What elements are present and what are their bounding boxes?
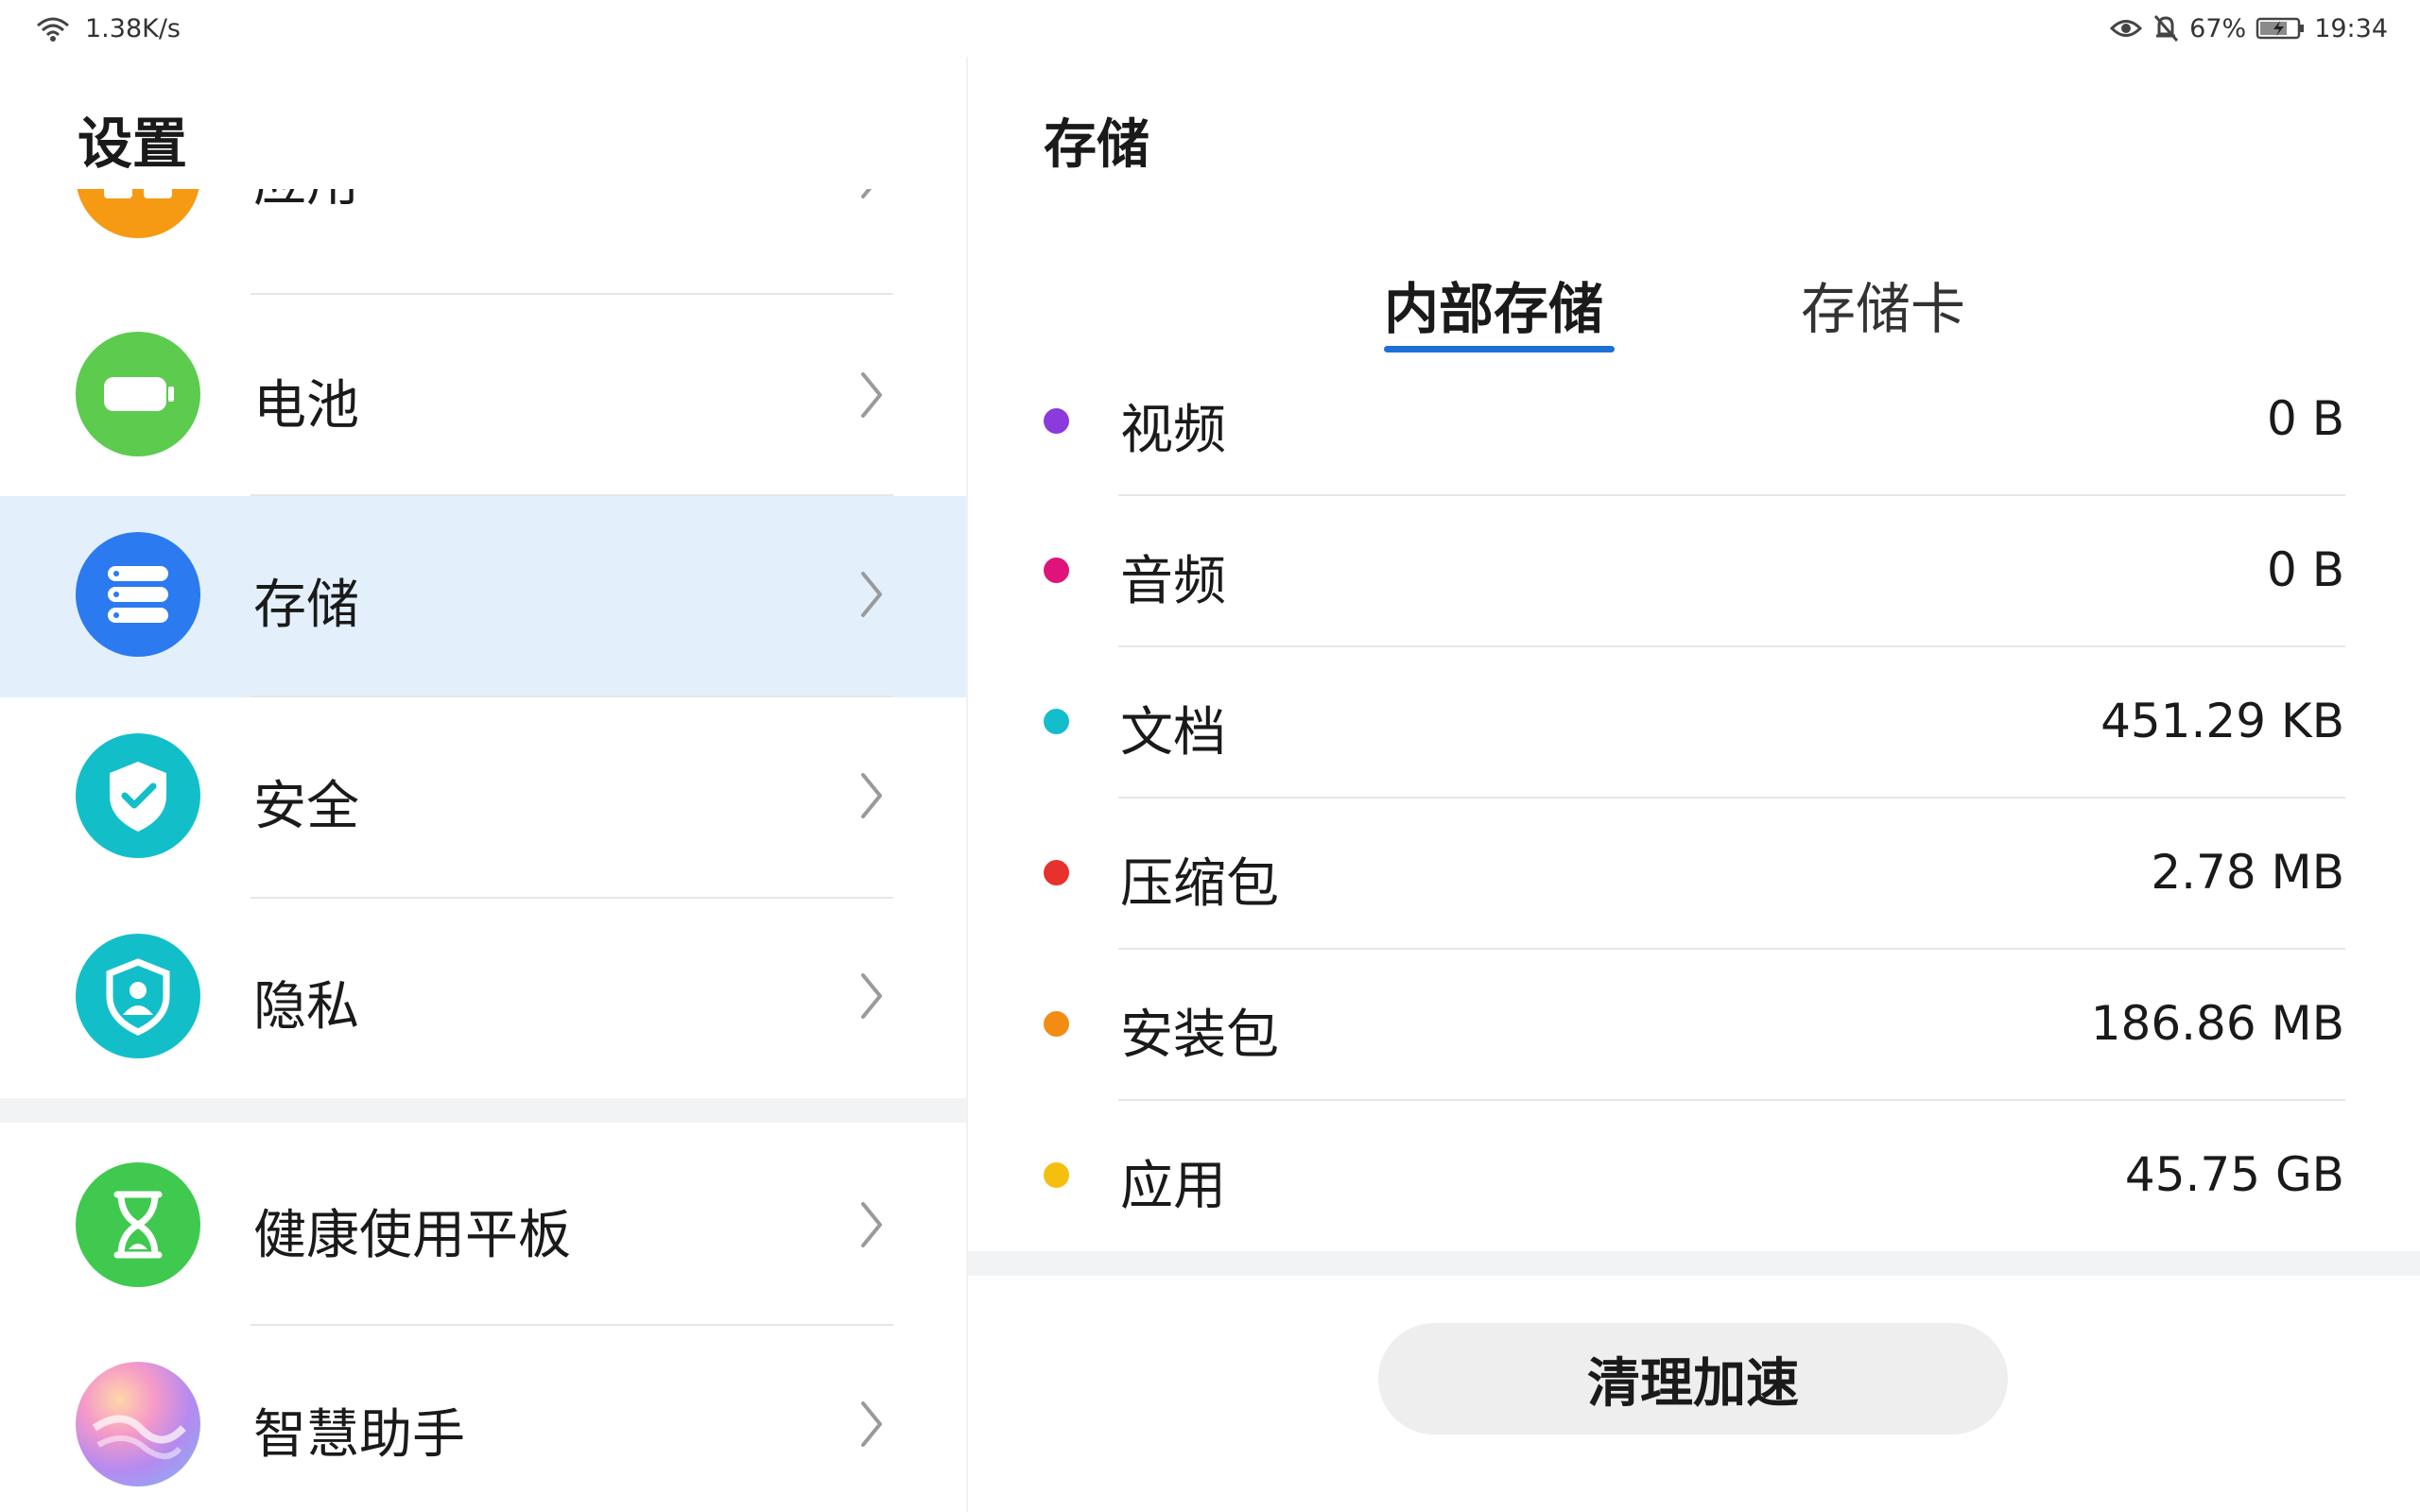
category-label: 音频 bbox=[1120, 551, 1226, 612]
chevron-right-icon bbox=[861, 973, 882, 1019]
settings-item-label: 安全 bbox=[253, 776, 359, 837]
status-bar: 1.38K/s 67% 19:34 bbox=[0, 0, 2420, 57]
category-dot bbox=[1044, 1162, 1069, 1188]
settings-list[interactable]: 应用 电池 存储 安全 隐私 bbox=[0, 189, 966, 1512]
clean-up-button[interactable]: 清理加速 bbox=[1378, 1323, 2008, 1435]
chevron-right-icon bbox=[861, 1401, 882, 1447]
mute-icon bbox=[2152, 13, 2180, 43]
category-label: 安装包 bbox=[1120, 1005, 1279, 1066]
group-separator bbox=[0, 1098, 966, 1123]
category-dot bbox=[1044, 860, 1069, 885]
settings-item-security[interactable]: 安全 bbox=[0, 697, 966, 899]
chevron-right-icon bbox=[861, 773, 882, 818]
category-size: 0 B bbox=[2266, 391, 2344, 446]
category-dot bbox=[1044, 558, 1069, 583]
settings-item-label: 隐私 bbox=[253, 976, 359, 1038]
settings-item-label: 电池 bbox=[253, 375, 359, 437]
status-right: 67% 19:34 bbox=[2110, 11, 2388, 45]
settings-item-label: 健康使用平板 bbox=[253, 1205, 571, 1266]
shield-check-icon bbox=[76, 733, 200, 858]
hourglass-icon bbox=[76, 1162, 200, 1287]
settings-item-battery[interactable]: 电池 bbox=[0, 295, 966, 496]
active-tab-indicator bbox=[1384, 346, 1615, 352]
chevron-right-icon bbox=[861, 1202, 882, 1247]
category-size: 0 B bbox=[2266, 542, 2344, 597]
settings-item-privacy[interactable]: 隐私 bbox=[0, 899, 966, 1100]
category-dot bbox=[1044, 1011, 1069, 1037]
settings-item-digital-balance[interactable]: 健康使用平板 bbox=[0, 1123, 966, 1324]
category-label: 视频 bbox=[1120, 400, 1226, 461]
wifi-icon bbox=[34, 14, 72, 43]
category-size: 45.75 GB bbox=[2124, 1147, 2344, 1202]
settings-item-label: 存储 bbox=[253, 575, 359, 636]
divider bbox=[1118, 645, 2345, 647]
category-size: 2.78 MB bbox=[2151, 845, 2344, 900]
chevron-right-icon bbox=[861, 372, 882, 418]
settings-item-smart-assistant[interactable]: 智慧助手 bbox=[0, 1326, 966, 1512]
category-label: 文档 bbox=[1120, 702, 1226, 764]
storage-icon bbox=[76, 532, 200, 657]
eye-comfort-icon bbox=[2110, 16, 2143, 41]
category-label: 应用 bbox=[1120, 1156, 1226, 1217]
category-label: 压缩包 bbox=[1120, 853, 1279, 915]
tab-memory-card[interactable]: 存储卡 bbox=[1801, 265, 1965, 344]
category-size: 186.86 MB bbox=[2090, 996, 2344, 1051]
chevron-right-icon bbox=[861, 189, 873, 198]
apps-icon bbox=[76, 189, 200, 238]
divider bbox=[1118, 494, 2345, 496]
privacy-icon bbox=[76, 934, 200, 1058]
settings-item-apps[interactable]: 应用 bbox=[0, 189, 966, 277]
category-dot bbox=[1044, 709, 1069, 734]
section-separator bbox=[968, 1251, 2420, 1276]
battery-icon bbox=[76, 332, 200, 456]
category-size: 451.29 KB bbox=[2100, 694, 2344, 748]
divider bbox=[1118, 797, 2345, 799]
storage-title: 存储 bbox=[1044, 114, 1150, 176]
settings-item-label: 应用 bbox=[253, 189, 359, 216]
assistant-icon bbox=[76, 1362, 200, 1486]
category-dot bbox=[1044, 408, 1069, 434]
divider bbox=[1118, 1099, 2345, 1101]
battery-charging-icon bbox=[2256, 16, 2305, 41]
clock: 19:34 bbox=[2314, 13, 2388, 43]
status-left: 1.38K/s bbox=[34, 11, 181, 45]
settings-item-label: 智慧助手 bbox=[253, 1404, 465, 1466]
settings-item-storage[interactable]: 存储 bbox=[0, 496, 966, 697]
chevron-right-icon bbox=[861, 572, 882, 617]
tab-internal-storage[interactable]: 内部存储 bbox=[1384, 265, 1603, 344]
page-title: 设置 bbox=[78, 112, 188, 176]
network-speed: 1.38K/s bbox=[85, 13, 181, 43]
battery-percent: 67% bbox=[2189, 13, 2247, 43]
divider bbox=[1118, 948, 2345, 950]
pane-divider bbox=[966, 57, 968, 1512]
